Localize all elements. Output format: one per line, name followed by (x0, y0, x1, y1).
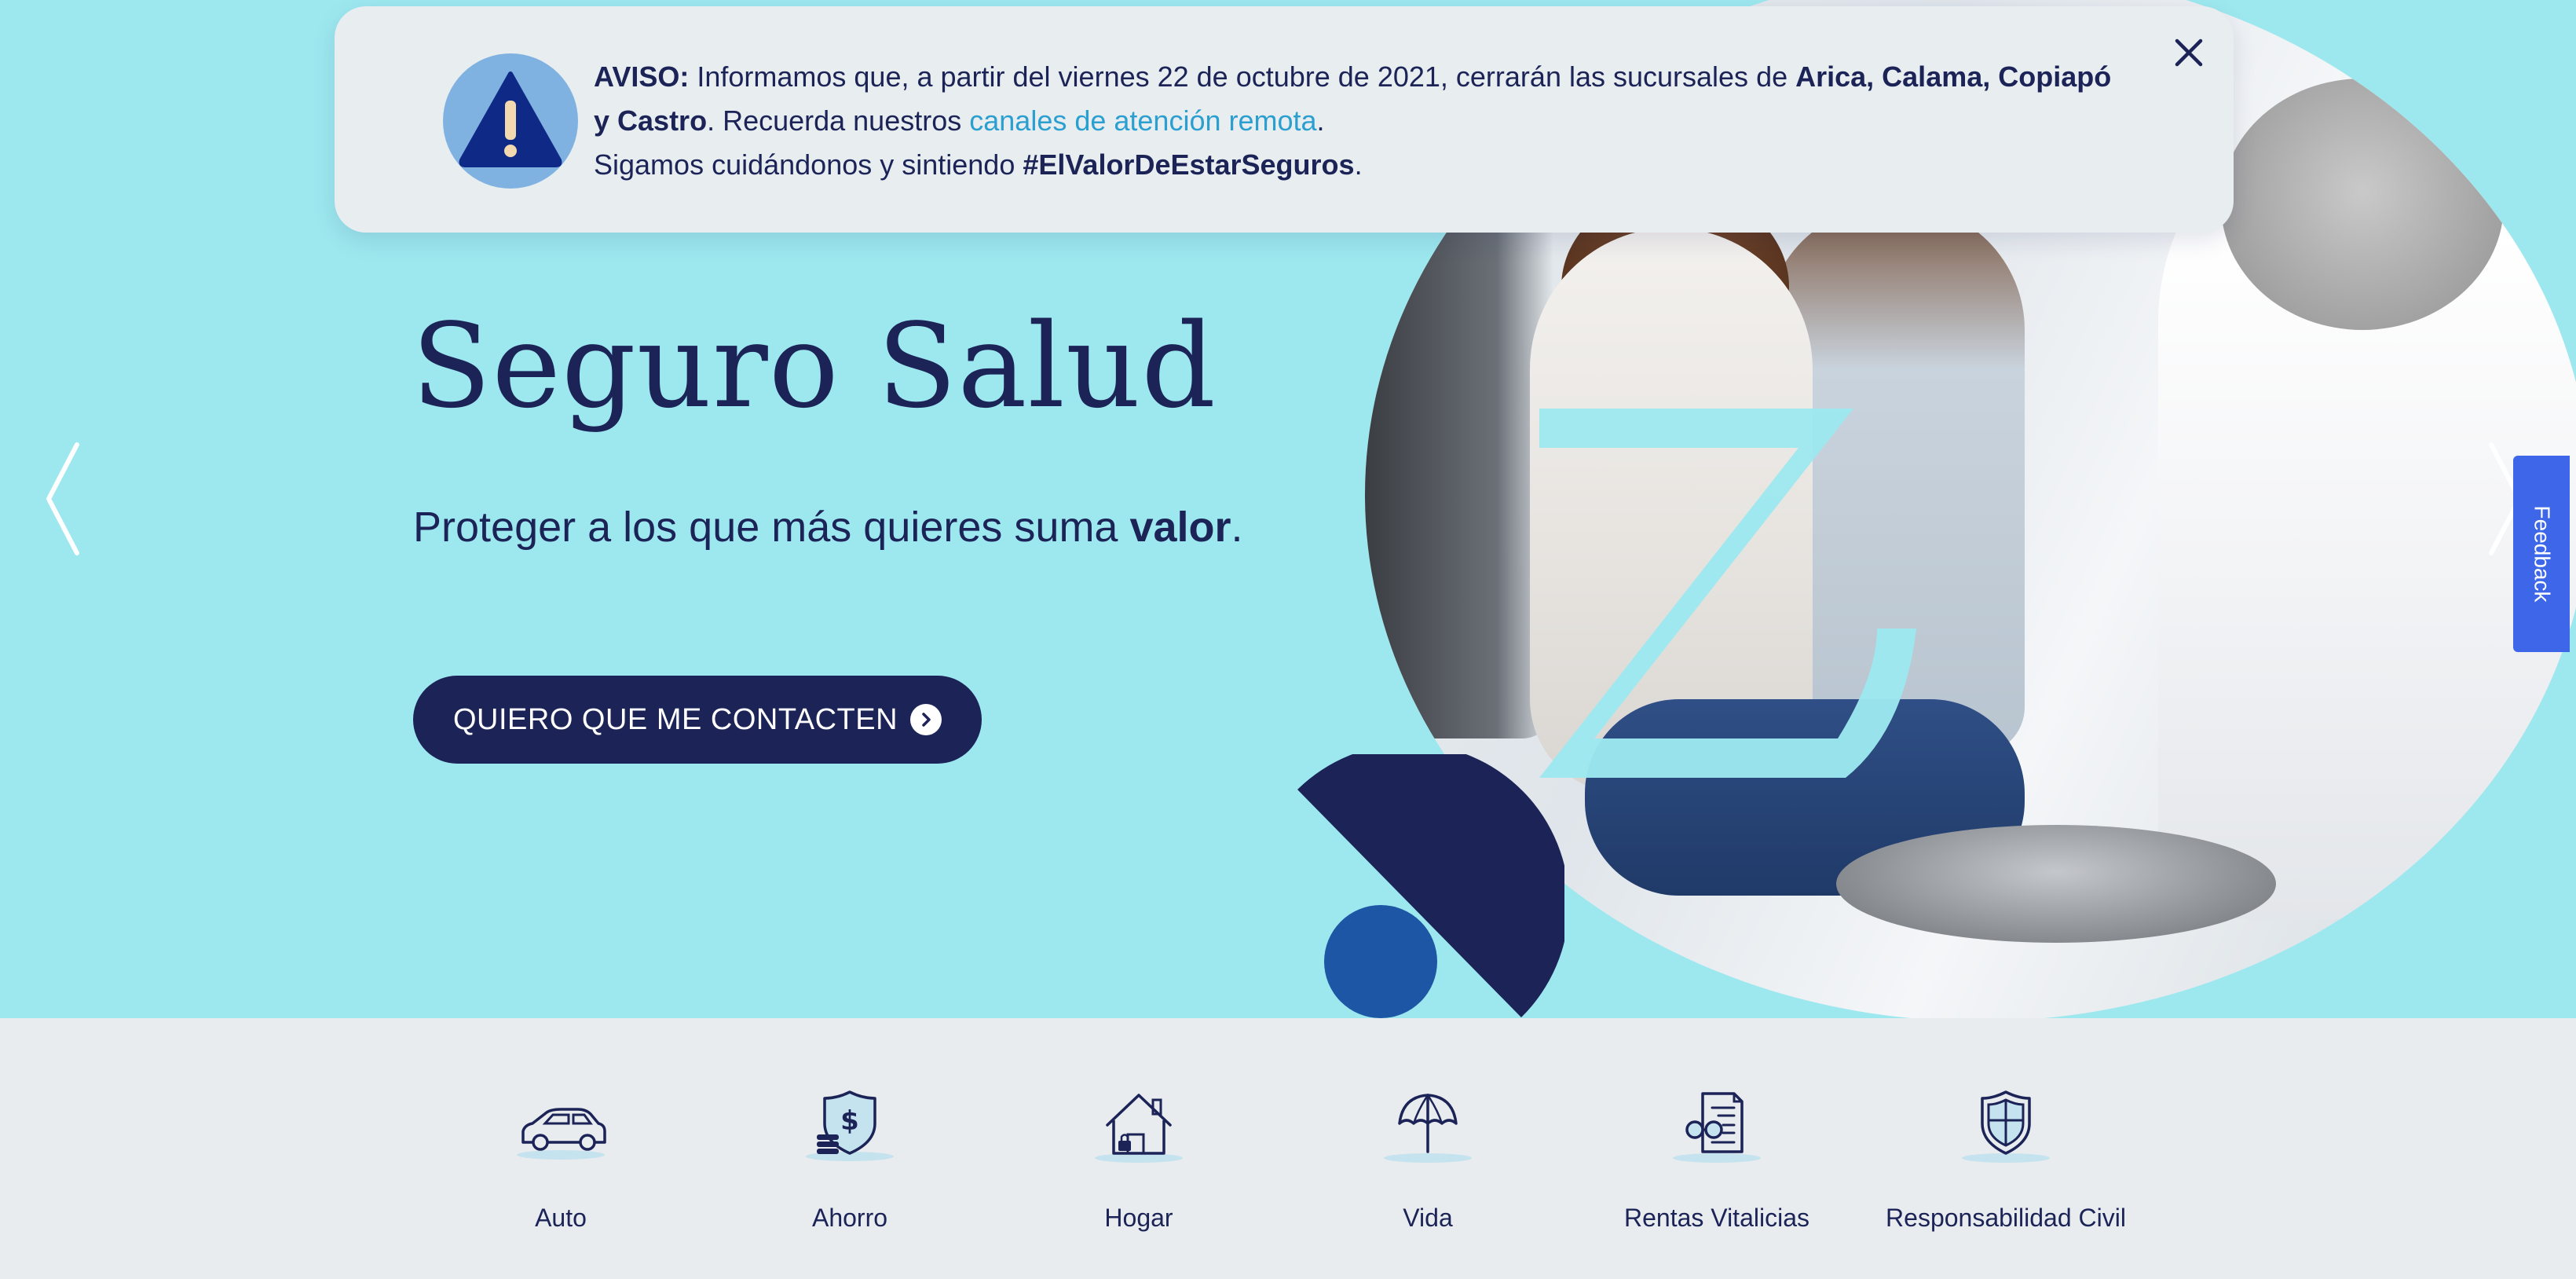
close-icon (2175, 38, 2203, 67)
category-label: Responsabilidad Civil (1886, 1204, 2126, 1232)
umbrella-icon (1384, 1094, 1472, 1163)
decorative-blue-circle (1324, 905, 1437, 1018)
category-label: Auto (535, 1204, 587, 1232)
photo-metal-tray (1836, 825, 2276, 943)
car-icon (517, 1108, 606, 1160)
category-responsabilidad-civil[interactable]: Responsabilidad Civil (1872, 1089, 2139, 1246)
notice-close-button[interactable] (2169, 33, 2208, 72)
notice-hashtag: #ElValorDeEstarSeguros (1023, 148, 1355, 181)
category-auto[interactable]: Auto (427, 1089, 694, 1246)
category-label: Ahorro (811, 1204, 888, 1232)
category-ahorro[interactable]: $ Ahorro (716, 1089, 983, 1246)
hero-title: Seguro Salud (412, 299, 1217, 434)
notice-text-1: Informamos que, a partir del viernes 22 … (689, 60, 1796, 93)
house-icon (1095, 1094, 1183, 1163)
notice-banner: AVISO: Informamos que, a partir del vier… (335, 6, 2234, 233)
category-hogar[interactable]: Hogar (1005, 1089, 1272, 1246)
photo-doctor-hair (2221, 79, 2504, 330)
notice-label: AVISO: (594, 60, 690, 93)
category-label: Vida (1403, 1204, 1453, 1232)
savings-shield-icon: $ (806, 1090, 894, 1161)
notice-line-2: Sigamos cuidándonos y sintiendo (594, 148, 1023, 181)
document-glasses-icon (1673, 1092, 1761, 1163)
feedback-tab[interactable]: Feedback (2513, 456, 2570, 652)
carousel-prev-button[interactable] (39, 440, 86, 558)
notice-message: AVISO: Informamos que, a partir del vier… (594, 55, 2133, 187)
notice-text-3: . (1316, 104, 1325, 137)
hero-subtitle-text: Proteger a los que más quieres suma (413, 504, 1130, 551)
category-label: Rentas Vitalicias (1624, 1204, 1809, 1232)
shield-icon (1962, 1090, 2050, 1163)
warning-icon (443, 53, 578, 189)
contact-me-button[interactable]: QUIERO QUE ME CONTACTEN (413, 676, 982, 764)
chevron-left-icon (46, 442, 79, 555)
feedback-label: Feedback (2530, 505, 2554, 603)
category-vida[interactable]: Vida (1294, 1089, 1561, 1246)
z-logo-shape (1539, 409, 1916, 778)
hero-subtitle: Proteger a los que más quieres suma valo… (413, 503, 1243, 552)
category-label: Hogar (1104, 1204, 1173, 1232)
contact-me-label: QUIERO QUE ME CONTACTEN (452, 702, 898, 736)
category-rentas-vitalicias[interactable]: Rentas Vitalicias (1583, 1089, 1850, 1246)
insurance-categories: Auto $ Ahorro Hogar Vida Rentas Vitalici… (0, 1018, 2576, 1279)
hero-subtitle-bold: valor (1129, 504, 1231, 551)
hero-subtitle-end: . (1231, 504, 1243, 551)
svg-text:$: $ (840, 1105, 859, 1137)
chevron-right-circle-icon (910, 704, 942, 735)
notice-line-2-end: . (1354, 148, 1363, 181)
notice-text-2: . Recuerda nuestros (707, 104, 970, 137)
remote-channels-link[interactable]: canales de atención remota (969, 104, 1316, 137)
